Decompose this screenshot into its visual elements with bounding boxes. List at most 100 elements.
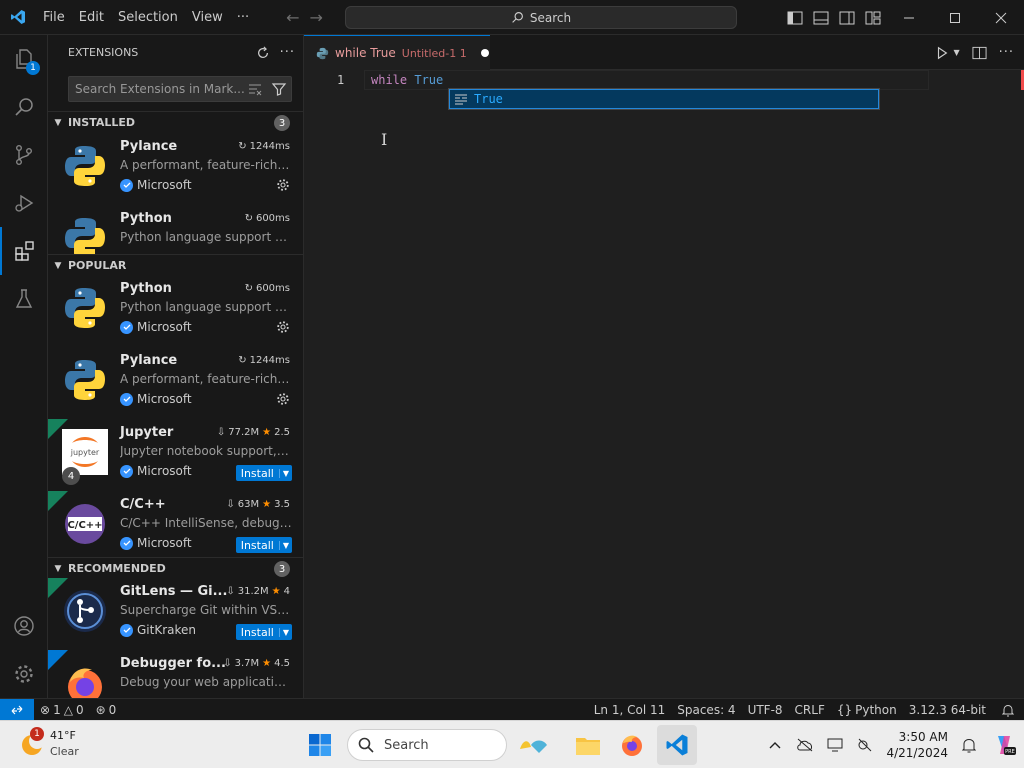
python-interpreter[interactable]: 3.12.3 64-bit [903, 703, 992, 717]
run-python-file-icon[interactable] [935, 46, 949, 60]
toggle-primary-sidebar-icon[interactable] [782, 0, 808, 35]
menu-selection[interactable]: Selection [111, 0, 185, 35]
close-icon[interactable] [978, 0, 1024, 35]
ports-indicator[interactable]: ⊛ 0 [90, 703, 123, 717]
end-of-line[interactable]: CRLF [789, 703, 831, 717]
list-item[interactable]: C/C++ C/C++ ⇩ 63M ★ 3.5 C/C++ IntelliSense,… [48, 491, 303, 563]
extension-description: C/C++ IntelliSense, debuggi... [120, 516, 292, 530]
notification-bell-icon[interactable] [954, 721, 984, 768]
clear-filter-icon[interactable] [247, 81, 263, 97]
install-button-label: Install [240, 538, 274, 552]
section-popular[interactable]: ▼ POPULAR [48, 254, 303, 276]
minimize-icon[interactable] [886, 0, 932, 35]
more-actions-icon[interactable]: ··· [280, 45, 295, 60]
extension-name: Python [120, 281, 172, 296]
section-installed-label: INSTALLED [68, 116, 136, 129]
indentation[interactable]: Spaces: 4 [671, 703, 741, 717]
command-center-search[interactable]: Search [345, 6, 737, 29]
code-line[interactable]: while True [371, 73, 443, 87]
list-item[interactable]: jupyter 4 Jupyter ⇩ 77.2M ★ 2.5 Jupyter not… [48, 419, 303, 491]
menu-view[interactable]: View [185, 0, 230, 35]
menu-more[interactable]: ··· [230, 0, 256, 35]
list-item[interactable]: Pylance ↻ 1244ms A performant, feature-ri… [48, 347, 303, 419]
list-item[interactable]: Python ↻ 600ms Python language support wi… [48, 275, 303, 347]
star-icon: ★ [262, 427, 272, 438]
activity-bar: 1 [0, 35, 48, 698]
extensions-search-box[interactable] [68, 76, 292, 102]
list-item[interactable]: Debugger fo... ⇩ 3.7M ★ 4.5 Debug your web … [48, 650, 303, 698]
cursor-position[interactable]: Ln 1, Col 11 [588, 703, 672, 717]
current-line-highlight [364, 70, 929, 90]
customize-layout-icon[interactable] [860, 0, 886, 35]
more-actions-icon[interactable]: ··· [999, 45, 1014, 60]
filter-icon[interactable] [271, 81, 287, 97]
activation-time-value: 600ms [255, 213, 290, 224]
display-icon[interactable] [820, 721, 850, 768]
activation-time: ↻ 1244ms [238, 141, 290, 152]
clock[interactable]: 3:50 AM 4/21/2024 [880, 729, 954, 761]
remote-indicator-icon[interactable] [0, 698, 34, 721]
chevron-down-icon[interactable]: ▼ [278, 627, 292, 637]
suggestion-item[interactable]: True [449, 89, 879, 109]
section-popular-label: POPULAR [68, 259, 127, 272]
menu-edit[interactable]: Edit [72, 0, 111, 35]
problems-indicator[interactable]: ⊗ 1 △ 0 [34, 703, 90, 717]
publisher-name: Microsoft [137, 392, 192, 406]
back-arrow-icon[interactable]: ← [286, 8, 299, 27]
extension-description: Debug your web application... [120, 675, 292, 689]
maximize-icon[interactable] [932, 0, 978, 35]
weather-widget[interactable]: 1 41°F Clear [18, 727, 98, 763]
testing-flask-icon[interactable] [0, 275, 48, 323]
explorer-icon[interactable]: 1 [0, 35, 48, 83]
install-button[interactable]: Install ▼ [235, 537, 292, 553]
chevron-down-icon[interactable]: ▼ [278, 468, 292, 478]
code-keyword: while [371, 73, 408, 87]
encoding[interactable]: UTF-8 [742, 703, 789, 717]
unsaved-dot-icon[interactable] [480, 49, 489, 57]
history-icon: ↻ [244, 213, 253, 224]
sidebar-header: EXTENSIONS ··· [48, 35, 303, 70]
search-highlight-icon[interactable] [513, 725, 553, 765]
gear-icon[interactable] [276, 392, 290, 406]
star-icon: ★ [271, 586, 281, 597]
install-button[interactable]: Install ▼ [235, 465, 292, 481]
section-installed[interactable]: ▼ INSTALLED 3 [48, 111, 303, 133]
extensions-search-input[interactable] [75, 82, 245, 96]
list-item[interactable]: GitLens — Gi... ⇩ 31.2M ★ 4 Supercharge Git… [48, 578, 303, 650]
split-editor-icon[interactable] [972, 46, 987, 60]
editor-area[interactable]: 1 while True True I [304, 70, 1024, 698]
windows-start-icon[interactable] [300, 725, 340, 765]
forward-arrow-icon[interactable]: → [310, 8, 323, 27]
refresh-icon[interactable] [256, 45, 270, 60]
chevron-down-icon[interactable]: ▼ [953, 48, 959, 57]
tab-while-true[interactable]: while True Untitled-1 1 [304, 35, 490, 70]
chevron-up-icon[interactable] [760, 721, 790, 768]
copilot-icon[interactable]: PRE [984, 721, 1024, 768]
gear-icon[interactable] [276, 178, 290, 192]
search-view-icon[interactable] [0, 83, 48, 131]
vscode-taskbar-icon[interactable] [657, 725, 697, 765]
notifications-bell-icon[interactable] [992, 704, 1024, 717]
toggle-secondary-sidebar-icon[interactable] [834, 0, 860, 35]
manage-gear-icon[interactable] [0, 650, 48, 698]
source-control-icon[interactable] [0, 131, 48, 179]
toggle-panel-icon[interactable] [808, 0, 834, 35]
extension-publisher: Microsoft [120, 320, 192, 334]
cloud-offline-icon[interactable] [790, 721, 820, 768]
gear-icon[interactable] [276, 320, 290, 334]
firefox-icon[interactable] [612, 725, 652, 765]
extensions-icon[interactable] [0, 227, 48, 275]
section-recommended[interactable]: ▼ RECOMMENDED 3 [48, 557, 303, 579]
network-icon[interactable] [850, 721, 880, 768]
list-item[interactable]: Python ↻ 600ms Python language support wi… [48, 205, 303, 255]
chevron-down-icon[interactable]: ▼ [278, 540, 292, 550]
menu-file[interactable]: File [36, 0, 72, 35]
taskbar-search[interactable]: Search [347, 729, 507, 761]
accounts-icon[interactable] [0, 602, 48, 650]
install-button[interactable]: Install ▼ [235, 624, 292, 640]
file-explorer-icon[interactable] [568, 725, 608, 765]
extension-name: Pylance [120, 353, 178, 368]
run-debug-icon[interactable] [0, 179, 48, 227]
list-item[interactable]: Pylance ↻ 1244ms A performant, feature-ri… [48, 133, 303, 205]
language-mode[interactable]: {} Python [831, 703, 903, 717]
